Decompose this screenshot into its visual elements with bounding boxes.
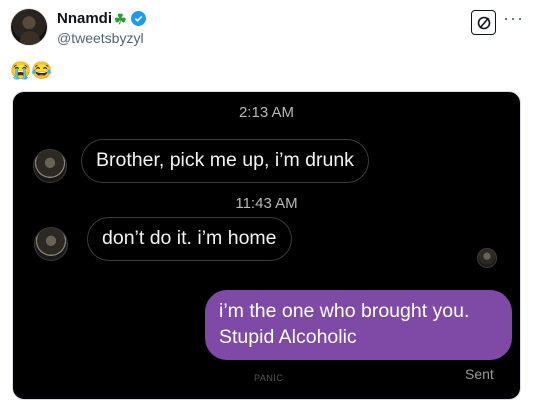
author-name[interactable]: Nnamdi	[57, 10, 112, 27]
outgoing-message-bubble: i’m the one who brought you. Stupid Alco…	[205, 290, 512, 360]
tweet-media-image[interactable]: 2:13 AM Brother, pick me up, i’m drunk 1…	[12, 91, 521, 400]
incoming-message-bubble: don’t do it. i’m home	[87, 217, 292, 261]
tweet-card: Nnamdi ☘ @tweetsbyzyl ··· 😭😂 2:13 AM Bro…	[0, 0, 533, 406]
author-name-row[interactable]: Nnamdi ☘	[57, 10, 146, 27]
read-receipt-avatar	[477, 248, 497, 268]
contact-avatar	[34, 227, 68, 261]
clover-emoji-icon: ☘	[114, 10, 127, 27]
grok-slash-icon	[477, 16, 490, 29]
author-handle[interactable]: @tweetsbyzyl	[57, 30, 144, 46]
incoming-message-bubble: Brother, pick me up, i’m drunk	[81, 139, 369, 183]
more-options-button[interactable]: ···	[503, 9, 524, 27]
message-status: Sent	[465, 366, 494, 382]
more-horizontal-icon: ···	[503, 8, 524, 28]
chat-timestamp: 11:43 AM	[235, 195, 298, 212]
grok-button[interactable]	[471, 10, 496, 35]
outgoing-message-line: Stupid Alcoholic	[219, 326, 357, 348]
watermark-text: PANIC	[254, 373, 284, 383]
verified-badge-icon	[130, 11, 146, 26]
outgoing-message-line: i’m the one who brought you.	[219, 300, 470, 322]
author-avatar[interactable]	[10, 8, 48, 46]
tweet-text: 😭😂	[10, 61, 53, 80]
chat-timestamp: 2:13 AM	[238, 104, 295, 121]
contact-avatar	[33, 149, 67, 183]
